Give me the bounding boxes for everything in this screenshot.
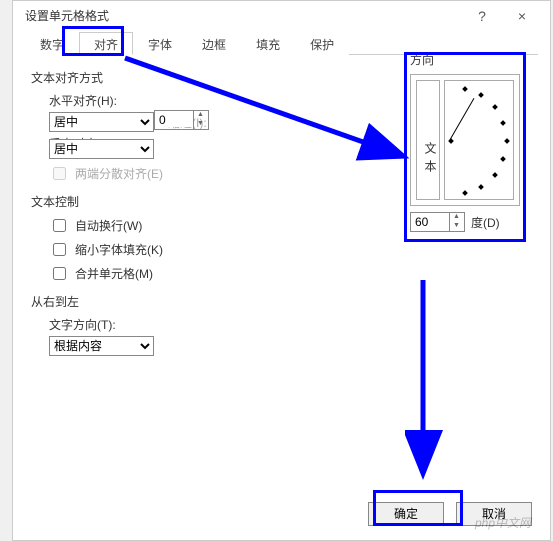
- degrees-down-icon[interactable]: ▼: [449, 222, 463, 231]
- justify-distributed-box: [53, 167, 66, 180]
- h-align-select[interactable]: 居中: [49, 112, 154, 132]
- cancel-button[interactable]: 取消: [456, 502, 532, 526]
- orientation-group: 方向 文本 ▲ ▼: [410, 51, 520, 232]
- dial-dot-icon: [478, 184, 484, 190]
- dial-dot-icon: [462, 190, 468, 196]
- vertical-text-button[interactable]: 文本: [416, 80, 440, 200]
- indent-spinner[interactable]: ▲ ▼: [154, 110, 209, 130]
- help-button[interactable]: ?: [462, 3, 502, 29]
- indent-down-icon[interactable]: ▼: [193, 120, 207, 129]
- orientation-title: 方向: [410, 51, 520, 68]
- v-align-dropdown[interactable]: 居中: [49, 139, 154, 159]
- degrees-row: ▲ ▼ 度(D): [410, 212, 520, 232]
- dial-dot-icon: [492, 172, 498, 178]
- dialog-buttons: 确定 取消: [368, 502, 532, 526]
- dial-dot-icon: [462, 86, 468, 92]
- degrees-input[interactable]: [411, 215, 449, 229]
- shrink-fit-checkbox[interactable]: 缩小字体填充(K): [49, 240, 532, 259]
- indent-input[interactable]: [155, 113, 193, 127]
- degrees-spinner[interactable]: ▲ ▼: [410, 212, 465, 232]
- close-button[interactable]: ×: [502, 3, 542, 29]
- tab-protection[interactable]: 保护: [295, 32, 349, 55]
- shrink-fit-box[interactable]: [53, 243, 66, 256]
- text-direction-label: 文字方向(T):: [49, 316, 532, 333]
- orientation-panel: 文本: [410, 74, 520, 206]
- dial-dot-icon: [500, 156, 506, 162]
- tab-number[interactable]: 数字: [25, 32, 79, 55]
- tab-border[interactable]: 边框: [187, 32, 241, 55]
- titlebar: 设置单元格格式 ? ×: [13, 1, 550, 31]
- orientation-needle-icon: [449, 98, 475, 142]
- dial-dot-icon: [504, 138, 510, 144]
- orientation-dial[interactable]: [444, 80, 514, 200]
- wrap-text-box[interactable]: [53, 219, 66, 232]
- dialog-title: 设置单元格格式: [25, 1, 109, 31]
- tab-alignment[interactable]: 对齐: [79, 32, 133, 55]
- format-cells-dialog: 设置单元格格式 ? × 数字 对齐 字体 边框 填充 保护 文本对齐方式 水平对…: [12, 0, 551, 541]
- tab-font[interactable]: 字体: [133, 32, 187, 55]
- degrees-label: 度(D): [471, 214, 500, 231]
- merge-cells-box[interactable]: [53, 267, 66, 280]
- window-buttons: ? ×: [462, 3, 542, 29]
- dial-dot-icon: [478, 92, 484, 98]
- indent-up-icon[interactable]: ▲: [193, 111, 207, 120]
- dial-dot-icon: [448, 138, 454, 144]
- text-direction-select[interactable]: 根据内容: [49, 336, 154, 356]
- rtl-title: 从右到左: [31, 293, 532, 310]
- ok-button[interactable]: 确定: [368, 502, 444, 526]
- degrees-up-icon[interactable]: ▲: [449, 213, 463, 222]
- merge-cells-checkbox[interactable]: 合并单元格(M): [49, 264, 532, 283]
- dial-dot-icon: [500, 120, 506, 126]
- tab-fill[interactable]: 填充: [241, 32, 295, 55]
- dial-dot-icon: [492, 104, 498, 110]
